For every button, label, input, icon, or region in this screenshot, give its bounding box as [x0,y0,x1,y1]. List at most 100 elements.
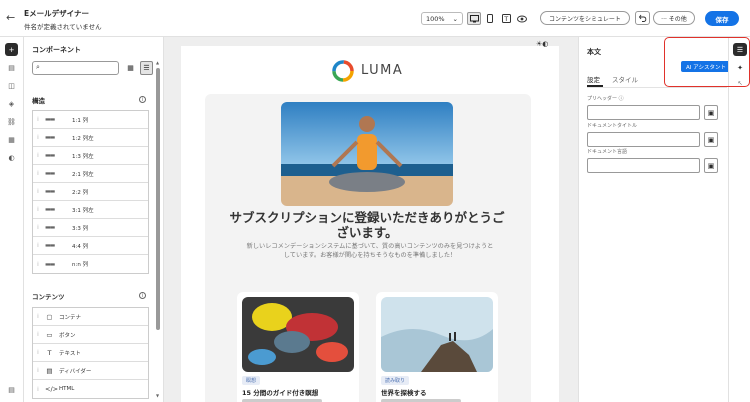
personalize-icon[interactable]: ▣ [704,105,718,120]
svg-text:T: T [503,15,508,23]
email-body[interactable]: LUMA サブスクリプションに登録いただきありがとうございます。 新しいレコメン… [181,46,559,402]
column-icon: ▬▬ [45,116,55,123]
column-icon: ▬▬ [45,170,55,177]
top-header: ← Eメールデザイナー 件名が定義されていません 100% ⌄ T コンテンツを… [0,0,750,37]
product-title: 15 分間のガイド付き瞑想 [242,389,319,397]
zoom-select[interactable]: 100% ⌄ [421,12,463,25]
drag-handle-icon: ⁞ [37,188,39,195]
structure-item[interactable]: ⁞ ▬▬ 3:3 列 [33,219,148,237]
structure-item[interactable]: ⁞ ▬▬ 2:1 列左 [33,165,148,183]
category-badge: 瞑想 [242,376,261,385]
scroll-up-icon[interactable]: ▲ [156,60,159,65]
undo-icon [638,14,646,22]
page-title: Eメールデザイナー [24,9,89,18]
structure-item[interactable]: ⁞ ▬▬ 1:3 列左 [33,147,148,165]
document-language-label: ドキュメント言語 [587,149,628,155]
ai-sparkle-icon[interactable]: ✦ [733,61,747,74]
undo-button[interactable] [635,11,650,25]
structure-item[interactable]: ⁞ ▬▬ 4:4 列 [33,237,148,255]
content-item[interactable]: ⁞ </> HTML [33,380,148,398]
column-icon: ▬▬ [45,188,55,195]
stack-icon[interactable]: ◈ [5,97,18,110]
link-icon[interactable]: ⛓ [5,115,18,128]
info-icon[interactable]: i [139,292,146,299]
drag-handle-icon: ⁞ [37,206,39,213]
drag-handle-icon: ⁞ [37,313,39,320]
mobile-view-icon[interactable] [483,12,497,25]
contrast-icon[interactable]: ◐ [5,151,18,164]
tabs-divider [587,87,727,88]
grid-view-icon[interactable]: ▦ [124,61,137,75]
add-plus-icon[interactable]: + [5,43,18,56]
column-icon: ▬▬ [45,206,55,213]
preheader-label: プリヘッダー ⓘ [587,96,624,102]
product-image [381,297,493,372]
left-rail: + ▤ ◫ ◈ ⛓ ▦ ◐ ▤ [0,37,24,402]
panel-title: 本文 [587,48,601,56]
search-input[interactable]: ⌕ [32,61,119,75]
content-item[interactable]: ⁞ ▭ ボタン [33,326,148,344]
content-item[interactable]: ⁞ ▤ ディバイダー [33,362,148,380]
drag-handle-icon: ⁞ [37,224,39,231]
column-icon: ▬▬ [45,242,55,249]
product-card[interactable]: 読み取り 世界を探検する [376,292,498,402]
layers-icon[interactable]: ▤ [5,61,18,74]
properties-icon[interactable]: ☰ [733,43,747,56]
save-button[interactable]: 保存 [705,11,739,26]
content-list: ⁞ ▢ コンテナ ⁞ ▭ ボタン ⁞ T テキスト ⁞ ▤ ディバイダー ⁞ </> HTML [32,307,149,399]
structure-item[interactable]: ⁞ ▬▬ 1:2 列左 [33,129,148,147]
structure-item[interactable]: ⁞ ▬▬ 2:2 列 [33,183,148,201]
drag-handle-icon: ⁞ [37,242,39,249]
column-icon: ▬▬ [45,134,55,141]
document-language-input[interactable] [587,158,700,173]
theme-toggle-icon[interactable]: ☀◐ [536,40,548,48]
drag-handle-icon: ⁞ [37,116,39,123]
divider-icon: ▤ [46,366,53,375]
simulate-content-button[interactable]: コンテンツをシミュレート [540,11,630,25]
more-button[interactable]: ··· その他 [653,11,695,25]
text-view-icon[interactable]: T [499,12,513,25]
drag-handle-icon: ⁞ [37,385,39,393]
content-item[interactable]: ⁞ T テキスト [33,344,148,362]
cursor-icon: ↖ [737,80,743,87]
fragments-icon[interactable]: ▦ [5,133,18,146]
zoom-value: 100% [426,14,445,23]
search-icon: ⌕ [36,63,40,71]
components-scrollbar[interactable] [156,68,160,330]
drag-handle-icon: ⁞ [37,260,39,268]
content-item[interactable]: ⁞ ▢ コンテナ [33,308,148,326]
structure-item[interactable]: ⁞ ▬▬ 1:1 列 [33,111,148,129]
back-arrow-icon[interactable]: ← [6,11,15,24]
assets-icon[interactable]: ◫ [5,79,18,92]
code-icon[interactable]: ▤ [5,383,18,396]
tab-settings[interactable]: 設定 [587,74,600,84]
structure-item[interactable]: ⁞ ▬▬ 3:1 列左 [33,201,148,219]
scroll-down-icon[interactable]: ▼ [156,393,159,398]
product-card[interactable]: 瞑想 15 分間のガイド付き瞑想 [237,292,359,402]
info-icon[interactable]: i [139,96,146,103]
properties-panel: 本文 設定 スタイル AI アシスタント プリヘッダー ⓘ ▣ ドキュメントタイ… [578,37,731,402]
right-rail: ☰ ✦ ↖ [728,37,750,402]
view-mode-toggle: T [467,12,529,25]
structure-list: ⁞ ▬▬ 1:1 列 ⁞ ▬▬ 1:2 列左 ⁞ ▬▬ 1:3 列左 ⁞ ▬▬ 2:1 列左 ⁞… [32,110,149,274]
thanks-headline[interactable]: サブスクリプションに登録いただきありがとうございます。 [229,210,505,240]
document-title-input[interactable] [587,132,700,147]
tab-style[interactable]: スタイル [612,74,638,84]
personalize-icon[interactable]: ▣ [704,132,718,147]
desktop-view-icon[interactable] [467,12,481,25]
personalize-icon[interactable]: ▣ [704,158,718,173]
hero-image[interactable] [281,102,453,206]
structure-section-title: 構造 [32,97,45,105]
document-title-label: ドキュメントタイトル [587,123,638,129]
preheader-input[interactable] [587,105,700,120]
preview-eye-icon[interactable] [515,12,529,25]
text-icon: T [47,348,52,357]
ai-assistant-button[interactable]: AI アシスタント [681,61,731,72]
subject-status: 件名が定義されていません [24,23,102,31]
html-icon: </> [45,385,59,393]
structure-item[interactable]: ⁞ ▬▬ n:n 列 [33,255,148,273]
list-view-icon[interactable]: ☰ [140,61,153,75]
container-icon: ▢ [46,312,53,321]
drag-handle-icon: ⁞ [37,134,39,141]
description-text[interactable]: 新しいレコメンデーションシステムに基づいて、質の高いコンテンツのみを見つけようと… [245,242,495,260]
